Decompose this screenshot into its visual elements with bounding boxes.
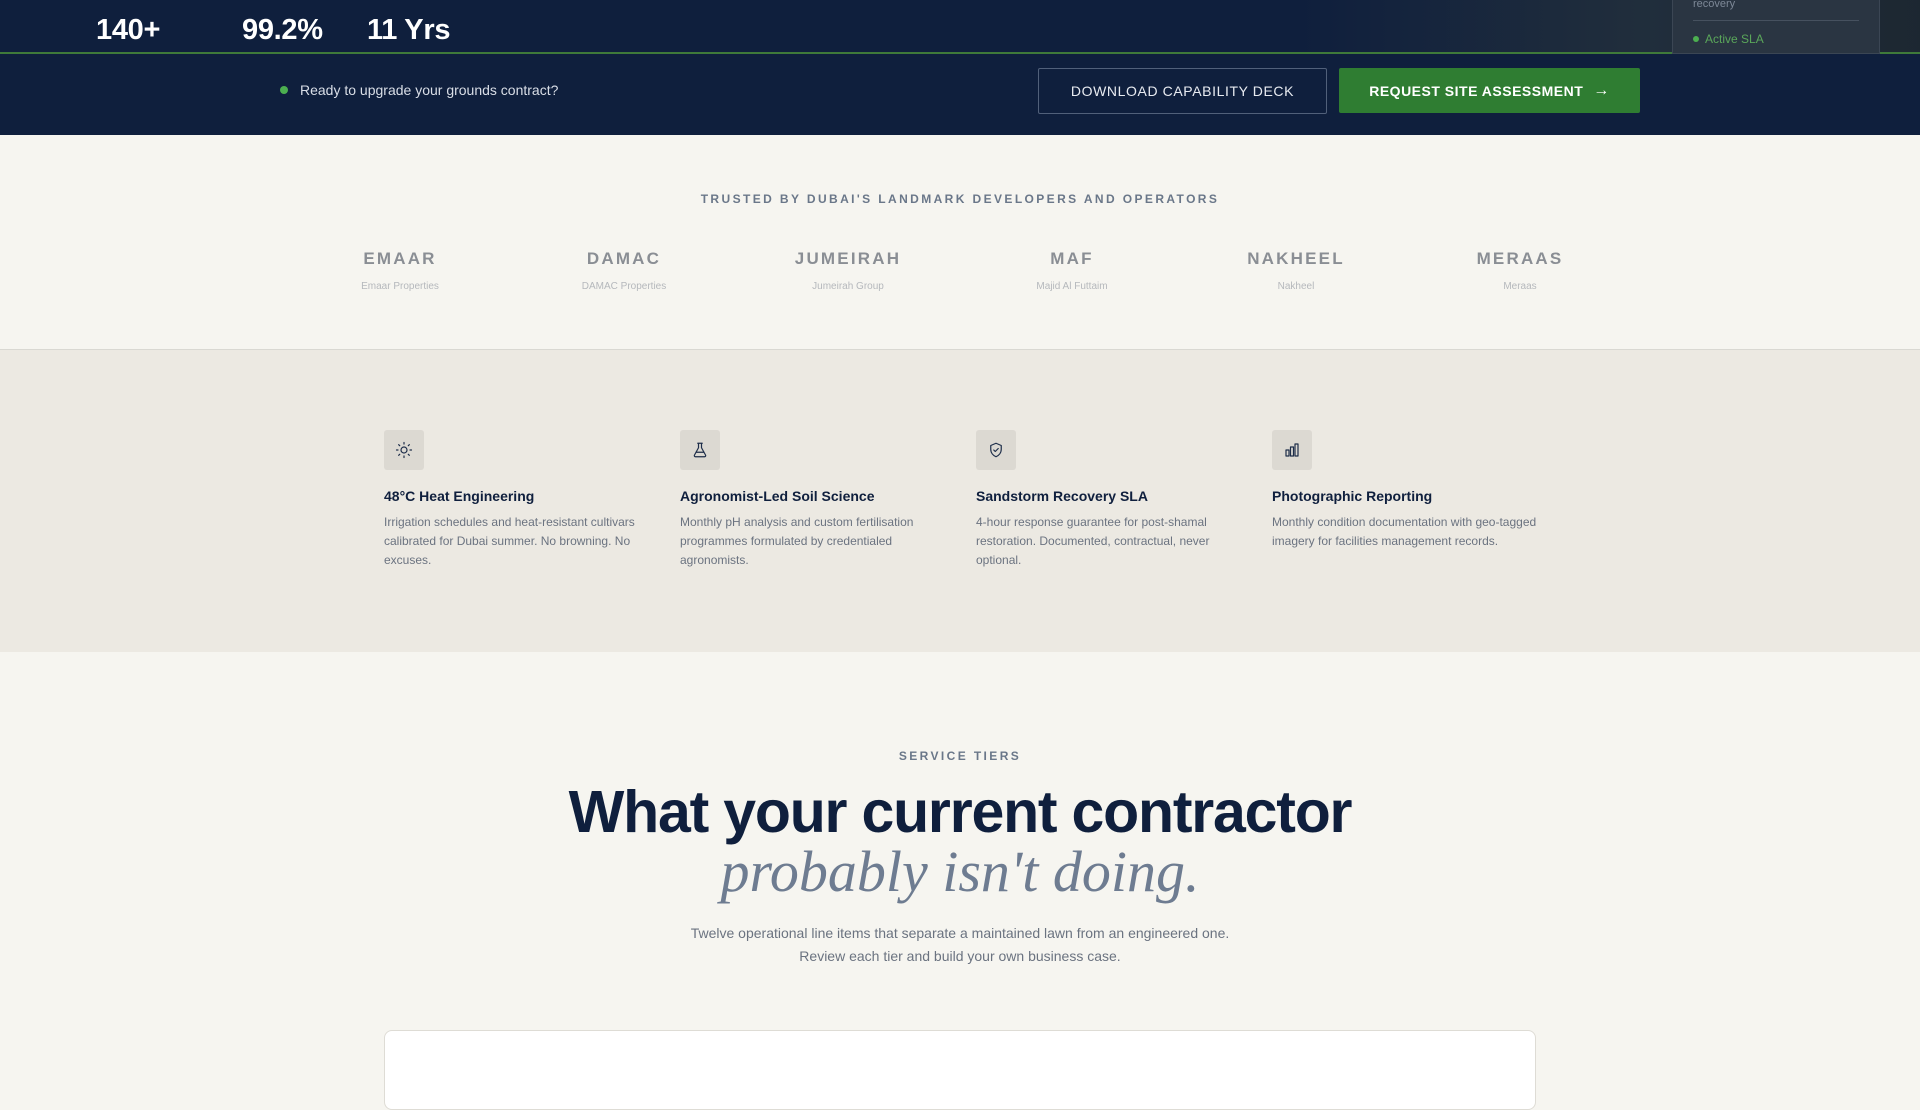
brand-subtitle: Emaar Properties: [361, 281, 439, 292]
sla-status: Active SLA: [1693, 32, 1764, 46]
feature-title: Agronomist-Led Soil Science: [680, 488, 875, 504]
feature-description: Monthly condition documentation with geo…: [1272, 515, 1537, 548]
feature-description: 4-hour response guarantee for post-shama…: [976, 515, 1210, 567]
brand-logo-nakheel: NAKHEEL Nakheel: [1184, 249, 1408, 292]
cta-prompt: Ready to upgrade your grounds contract?: [280, 82, 558, 98]
brand-logo-jumeirah: JUMEIRAH Jumeirah Group: [736, 249, 960, 292]
lede-line: Review each tier and build your own busi…: [799, 948, 1121, 964]
brand-name: MAF: [1050, 249, 1094, 268]
stat-projects: 140+: [96, 14, 161, 46]
feature-card: Agronomist-Led Soil Science Monthly pH a…: [680, 430, 950, 570]
sla-card: recovery Active SLA: [1672, 0, 1880, 54]
cta-prompt-text: Ready to upgrade your grounds contract?: [300, 82, 559, 98]
brand-name: DAMAC: [586, 249, 662, 268]
section-headline: What your current contractor: [568, 779, 1353, 845]
shield-check-icon: [976, 430, 1016, 470]
feature-title: Sandstorm Recovery SLA: [976, 488, 1148, 504]
sla-card-description: recovery: [1693, 0, 1736, 10]
feature-card: 48°C Heat Engineering Irrigation schedul…: [384, 430, 654, 570]
brand-name: MERAAS: [1476, 249, 1564, 268]
request-site-assessment-label: REQUEST SITE ASSESSMENT: [1369, 82, 1584, 99]
stat-years: 11 Yrs: [367, 14, 451, 46]
top-band: 140+ 99.2% 11 Yrs recovery Active SLA Re…: [0, 0, 1920, 135]
download-capability-deck-button[interactable]: DOWNLOAD CAPABILITY DECK: [1038, 68, 1327, 114]
brand-subtitle: Nakheel: [1277, 281, 1315, 292]
brand-logo-emaar: EMAAR Emaar Properties: [288, 249, 512, 292]
brand-subtitle: Majid Al Futtaim: [1036, 281, 1108, 292]
arrow-right-icon: →: [1593, 81, 1610, 99]
service-tiers-section: SERVICE TIERS What your current contract…: [0, 652, 1920, 1110]
cta-bar: Ready to upgrade your grounds contract? …: [0, 56, 1920, 135]
feature-description: Monthly pH analysis and custom fertilisa…: [680, 515, 914, 567]
section-lede: Twelve operational line items that separ…: [0, 922, 1920, 968]
feature-title: Photographic Reporting: [1272, 488, 1433, 504]
brand-logo-maf: MAF Majid Al Futtaim: [960, 249, 1184, 292]
features-section: 48°C Heat Engineering Irrigation schedul…: [0, 350, 1920, 652]
brand-logo-damac: DAMAC DAMAC Properties: [512, 249, 736, 292]
feature-description: Irrigation schedules and heat-resistant …: [384, 515, 635, 567]
bar-chart-icon: [1272, 430, 1312, 470]
tier-comparison-panel: [384, 1030, 1536, 1110]
trusted-heading: TRUSTED BY DUBAI'S LANDMARK DEVELOPERS A…: [700, 192, 1220, 206]
brand-subtitle: DAMAC Properties: [581, 281, 667, 292]
lede-line: Twelve operational line items that separ…: [690, 925, 1230, 941]
brand-name: JUMEIRAH: [794, 249, 902, 268]
feature-card: Photographic Reporting Monthly condition…: [1272, 430, 1542, 551]
status-dot-icon: [280, 86, 288, 94]
feature-card: Sandstorm Recovery SLA 4-hour response g…: [976, 430, 1246, 570]
feature-title: 48°C Heat Engineering: [384, 488, 535, 504]
section-eyebrow: SERVICE TIERS: [898, 749, 1022, 763]
request-site-assessment-button[interactable]: REQUEST SITE ASSESSMENT →: [1339, 68, 1640, 113]
divider: [1693, 20, 1859, 21]
brand-subtitle: Jumeirah Group: [812, 281, 884, 292]
brand-name: EMAAR: [363, 249, 437, 268]
flask-icon: [680, 430, 720, 470]
status-dot-icon: [1693, 36, 1699, 42]
trusted-by-section: TRUSTED BY DUBAI'S LANDMARK DEVELOPERS A…: [0, 135, 1920, 350]
stat-retention: 99.2%: [242, 14, 323, 46]
brand-subtitle: Meraas: [1503, 281, 1537, 292]
stats-strip: 140+ 99.2% 11 Yrs recovery Active SLA: [0, 0, 1920, 54]
brand-name: NAKHEEL: [1247, 249, 1345, 268]
brand-logo-meraas: MERAAS Meraas: [1408, 249, 1632, 292]
sun-icon: [384, 430, 424, 470]
download-capability-deck-label: DOWNLOAD CAPABILITY DECK: [1070, 83, 1295, 99]
sla-status-label: Active SLA: [1705, 32, 1764, 46]
section-headline-italic: probably isn't doing.: [720, 839, 1200, 904]
